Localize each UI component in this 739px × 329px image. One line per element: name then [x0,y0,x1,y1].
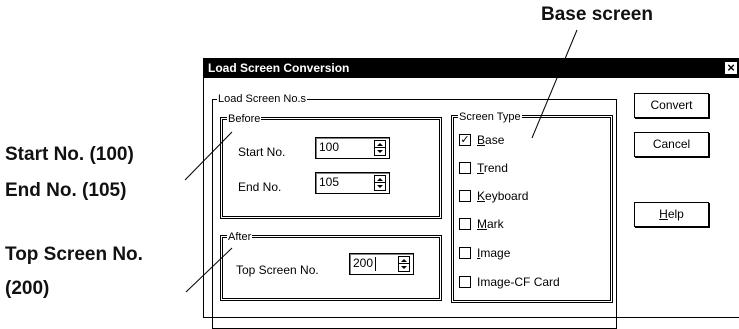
screen-type-group-title: Screen Type [458,110,522,124]
start-no-stepper[interactable]: 100 [315,137,390,159]
checkbox-unchecked-icon[interactable] [459,162,471,174]
before-group: Before [220,112,442,219]
checkbox-trend[interactable]: Trend [459,161,508,175]
after-group-title: After [227,230,253,244]
top-screen-no-value: 200 [353,256,374,270]
checkbox-mark[interactable]: Mark [459,217,504,231]
before-group-title: Before [227,112,262,126]
cancel-button[interactable]: Cancel [634,132,709,157]
end-no-value: 105 [319,175,340,189]
load-screen-group-title: Load Screen No.s [217,92,308,106]
dialog-title: Load Screen Conversion [208,61,350,75]
callout-top-screen-line2: (200) [5,278,50,299]
top-screen-no-stepper[interactable]: 200 [349,253,414,275]
checkbox-checked-icon[interactable]: ✓ [459,134,471,146]
dialog-title-bar[interactable]: Load Screen Conversion [204,59,739,78]
close-icon[interactable]: × [724,61,738,75]
checkbox-image-cf-card[interactable]: Image-CF Card [459,275,560,289]
callout-base-screen: Base screen [541,4,653,25]
callout-end-no: End No. (105) [5,180,127,201]
checkbox-unchecked-icon[interactable] [459,247,471,259]
checkbox-image-cf-card-label: Image-CF Card [477,275,560,289]
checkbox-unchecked-icon[interactable] [459,276,471,288]
convert-button[interactable]: Convert [634,93,709,118]
load-screen-conversion-dialog: Load Screen Conversion × Load Screen No.… [203,58,739,329]
checkbox-mark-label: Mark [477,217,504,231]
checkbox-trend-label: Trend [477,161,508,175]
checkbox-unchecked-icon[interactable] [459,190,471,202]
top-screen-no-label: Top Screen No. [236,263,319,277]
checkbox-base[interactable]: ✓ Base [459,133,504,147]
text-cursor [375,257,376,271]
checkbox-unchecked-icon[interactable] [459,218,471,230]
end-no-spin-arrows-icon[interactable] [374,175,386,191]
top-screen-no-spin-arrows-icon[interactable] [398,256,410,272]
checkbox-base-label: Base [477,133,505,147]
help-button[interactable]: Help [634,202,709,227]
start-no-spin-arrows-icon[interactable] [374,140,386,156]
checkbox-keyboard-label: Keyboard [477,189,529,203]
end-no-label: End No. [238,180,282,194]
start-no-value: 100 [319,140,340,154]
callout-top-screen-line1: Top Screen No. [5,244,143,265]
checkbox-image[interactable]: Image [459,246,510,260]
callout-start-no: Start No. (100) [5,144,134,165]
checkbox-image-label: Image [477,246,511,260]
end-no-stepper[interactable]: 105 [315,172,390,194]
checkbox-keyboard[interactable]: Keyboard [459,189,528,203]
start-no-label: Start No. [238,145,286,159]
